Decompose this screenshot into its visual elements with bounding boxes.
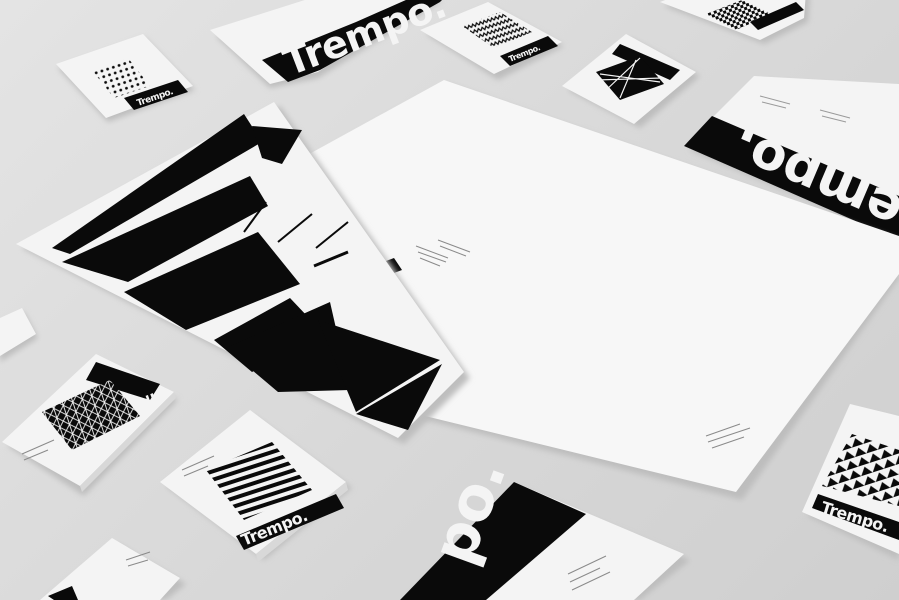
envelope-top: Trempo. [210,0,452,88]
business-card-right-triangles: Trempo. [802,404,899,560]
business-card-inverted-center: Trempo. [562,34,700,128]
mockup-illustration: Trempo. Trempo. Trempo. Trempo. empo. [0,0,899,600]
business-card-stack-stripes: Trempo. [160,410,352,562]
business-card-bottom-left [40,538,186,600]
business-card-top-left: Trempo. [56,34,195,122]
card-left-edge [0,308,38,362]
business-card-stack-mesh: Trempo. [2,354,178,496]
business-card-top-right [660,0,810,44]
stationery-mockup-scene: Trempo. Trempo. Trempo. Trempo. empo. [0,0,899,600]
